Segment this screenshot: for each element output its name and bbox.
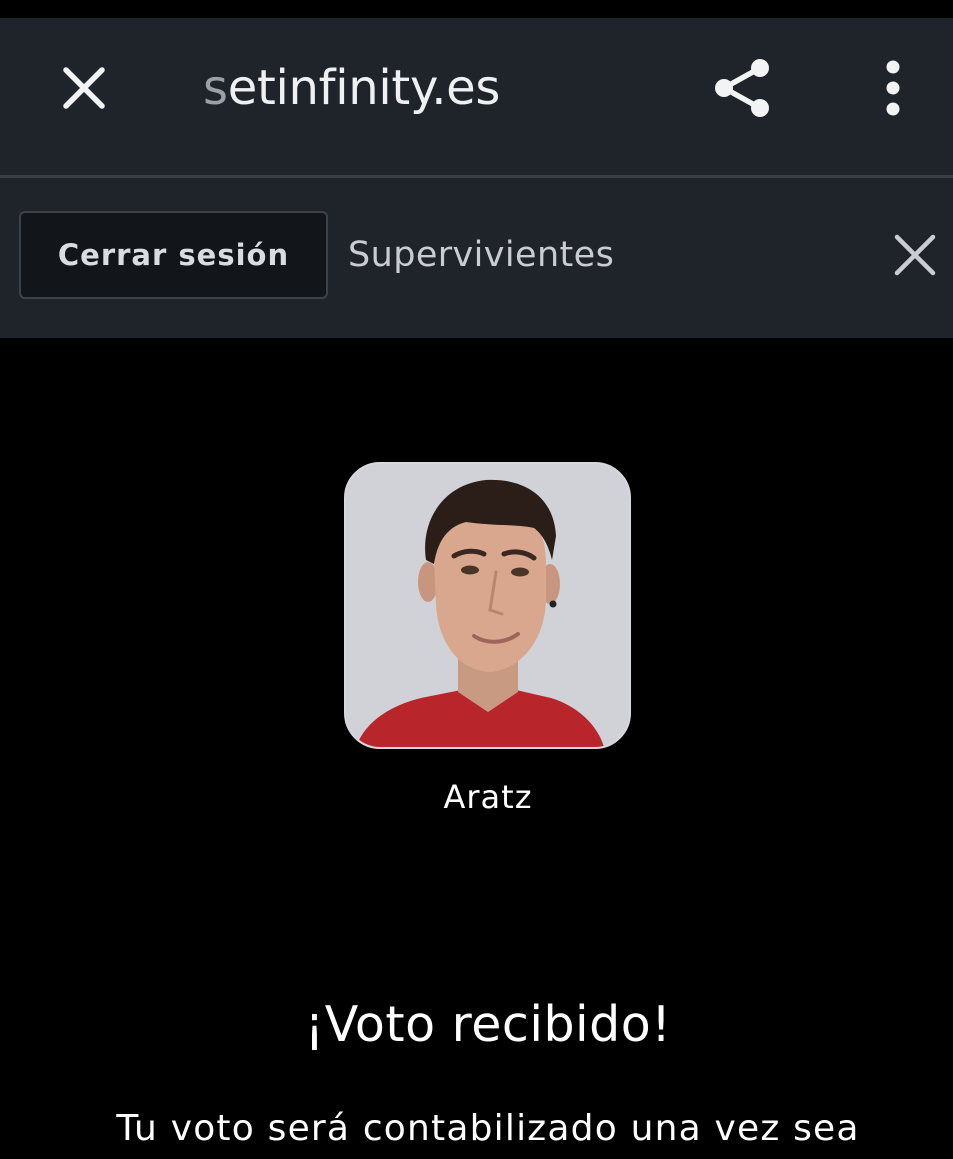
confirmation-title: ¡Voto recibido! bbox=[304, 996, 672, 1053]
browser-toolbar: s etinfinity.es bbox=[0, 18, 953, 175]
close-tab-button[interactable] bbox=[54, 58, 114, 118]
close-icon bbox=[894, 234, 936, 276]
logout-button[interactable]: Cerrar sesión bbox=[19, 211, 328, 299]
confirmation-text: Tu voto será contabilizado una vez sea bbox=[116, 1108, 860, 1149]
site-title: Supervivientes bbox=[348, 235, 615, 275]
candidate-name: Aratz bbox=[443, 778, 533, 816]
share-button[interactable] bbox=[708, 54, 776, 122]
share-icon bbox=[715, 59, 769, 117]
close-icon bbox=[63, 67, 105, 109]
url-domain: etinfinity.es bbox=[227, 60, 501, 116]
candidate-photo bbox=[344, 462, 631, 749]
site-close-button[interactable] bbox=[886, 226, 944, 284]
more-vert-icon bbox=[886, 60, 900, 116]
url-display[interactable]: s etinfinity.es bbox=[203, 58, 500, 118]
url-prefix: s bbox=[203, 60, 228, 116]
screen: s etinfinity.es Cerrar sesión Supervivien… bbox=[0, 0, 953, 1159]
status-edge bbox=[0, 0, 953, 18]
more-menu-button[interactable] bbox=[866, 54, 920, 122]
site-header: Cerrar sesión Supervivientes bbox=[0, 178, 953, 338]
vote-confirmation: Aratz ¡Voto recibido! Tu voto será conta… bbox=[0, 338, 953, 1159]
